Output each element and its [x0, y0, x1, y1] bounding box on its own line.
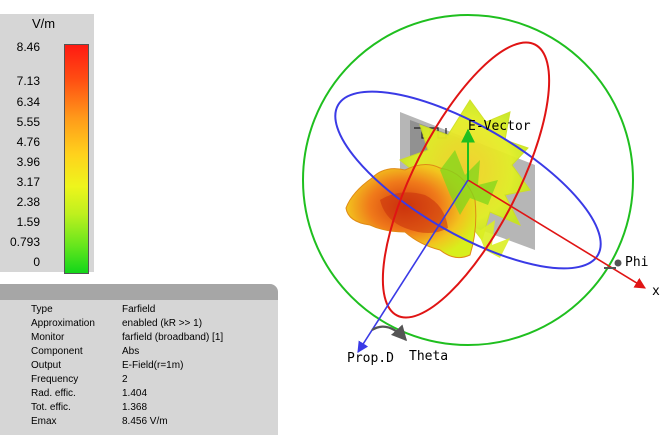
- phi-label: Phi: [625, 255, 648, 270]
- info-row: Approximation enabled (kR >> 1): [31, 318, 203, 329]
- theta-label: Theta: [409, 349, 448, 364]
- info-row: Type Farfield: [31, 304, 156, 315]
- info-panel-header: [0, 284, 278, 300]
- theta-direction-arrow: [371, 324, 408, 342]
- info-row: Rad. effic. 1.404: [31, 388, 148, 399]
- info-row: Frequency 2: [31, 374, 128, 385]
- info-panel: Type Farfield Approximation enabled (kR >>…: [0, 300, 278, 435]
- info-row: Tot. effic. 1.368: [31, 402, 148, 413]
- e-vector-label: E-Vector: [468, 119, 531, 134]
- prop-dir-label: Prop.D: [347, 351, 394, 366]
- info-row: Output E-Field(r=1m): [31, 360, 184, 371]
- info-row: Emax 8.456 V/m: [31, 416, 168, 427]
- info-row: Component Abs: [31, 346, 140, 357]
- info-row: Monitor farfield (broadband) [1]: [31, 332, 224, 343]
- phi-marker: [614, 259, 622, 267]
- farfield-3d-viewport[interactable]: V/m 8.46 7.13 6.34 5.55 4.76 3.96 3.17 2…: [0, 0, 667, 435]
- x-axis-label: x: [652, 284, 660, 299]
